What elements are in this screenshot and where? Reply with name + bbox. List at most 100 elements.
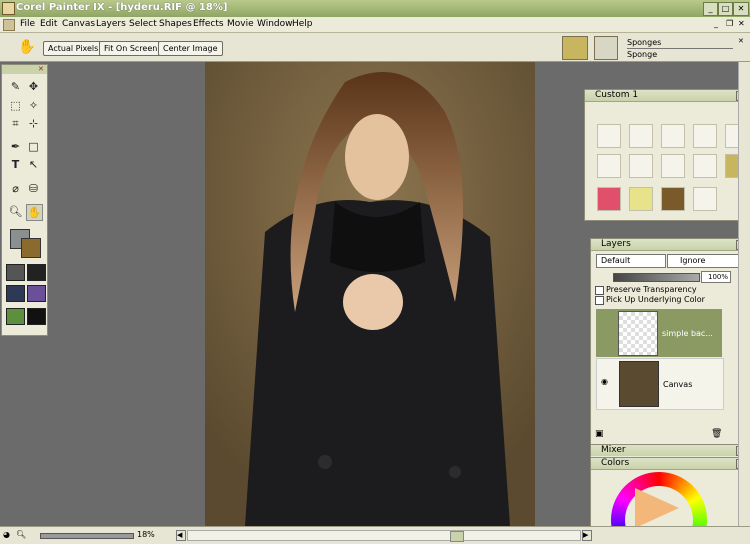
menu-movie[interactable]: Movie: [227, 19, 254, 29]
delete-layer-icon[interactable]: 🗑︎: [711, 429, 722, 439]
mixer-palette-title: Mixer: [601, 445, 626, 455]
layer-thumbnail: [618, 311, 658, 356]
center-image-button[interactable]: Center Image: [158, 41, 223, 56]
propbar-close-icon[interactable]: ✕: [738, 37, 744, 45]
status-globe-icon: ◕: [3, 530, 10, 539]
rectangle-shape-icon[interactable]: □: [26, 139, 41, 154]
maximize-button[interactable]: □: [718, 2, 733, 16]
brush-slot-7[interactable]: [629, 154, 653, 178]
brush-slot-11[interactable]: [597, 187, 621, 211]
layer-row-simple-background[interactable]: simple bac...: [596, 309, 722, 357]
menu-canvas[interactable]: Canvas: [62, 19, 95, 29]
colors-palette-header[interactable]: Colors ✕: [591, 458, 749, 470]
brush-slot-2[interactable]: [629, 124, 653, 148]
layers-palette-title: Layers: [601, 239, 631, 249]
horizontal-scrollbar[interactable]: [187, 530, 581, 542]
menu-layers[interactable]: Layers: [96, 19, 126, 29]
brush-category-label[interactable]: Sponges: [627, 38, 661, 47]
layer-row-canvas[interactable]: ◉ Canvas: [596, 358, 724, 410]
mixer-palette-header[interactable]: Mixer ✕: [591, 445, 749, 456]
colors-palette-title: Colors: [601, 458, 630, 468]
brush-slot-12[interactable]: [629, 187, 653, 211]
composite-method-value: Default: [601, 256, 631, 265]
window-title: Corel Painter IX - [hyderu.RIF @ 18%]: [16, 2, 228, 13]
doc-minimize-button[interactable]: _: [714, 19, 718, 28]
menu-edit[interactable]: Edit: [40, 19, 57, 29]
custom-palette-header[interactable]: Custom 1 ✕: [585, 90, 749, 102]
menu-help[interactable]: Help: [292, 19, 313, 29]
dropper-tool-icon[interactable]: ⌀: [8, 181, 23, 196]
transform-tool-icon[interactable]: ⊹: [26, 116, 41, 131]
toolbox-close-icon[interactable]: ✕: [38, 65, 44, 73]
brush-tool-icon[interactable]: ✎: [8, 79, 23, 94]
zoom-slider[interactable]: [40, 533, 134, 539]
custom-palette-title: Custom 1: [595, 90, 639, 100]
doc-close-button[interactable]: ✕: [738, 19, 745, 28]
brush-slot-4[interactable]: [693, 124, 717, 148]
composite-depth-value: Ignore: [680, 256, 706, 265]
grabber-tool-icon[interactable]: ✋: [26, 204, 43, 221]
status-zoom-icon[interactable]: 🔍︎: [16, 530, 26, 539]
menu-bar: File Edit Canvas Layers Select Shapes Ef…: [0, 17, 750, 33]
opacity-field[interactable]: 100%: [701, 271, 731, 283]
composite-depth-select[interactable]: Ignore: [667, 254, 745, 268]
rect-select-icon[interactable]: ⬚: [8, 98, 23, 113]
opacity-slider[interactable]: [613, 273, 700, 282]
paint-bucket-icon[interactable]: ⛁: [26, 181, 41, 196]
menu-window[interactable]: Window: [257, 19, 293, 29]
menu-effects[interactable]: Effects: [193, 19, 224, 29]
paper-selector-icon[interactable]: [6, 264, 25, 281]
vertical-scrollbar[interactable]: [738, 62, 750, 526]
text-tool-icon[interactable]: T: [8, 157, 23, 172]
preserve-transparency-label: Preserve Transparency: [606, 285, 697, 294]
fit-on-screen-button[interactable]: Fit On Screen: [99, 41, 163, 56]
brush-slot-6[interactable]: [597, 154, 621, 178]
composite-method-select[interactable]: Default: [596, 254, 666, 268]
brush-variant-label[interactable]: Sponge: [627, 50, 657, 59]
layer-visibility-eye-icon[interactable]: ◉: [601, 377, 608, 386]
artwork-canvas[interactable]: [205, 62, 535, 526]
brush-divider: [627, 48, 733, 49]
weaving-selector-icon[interactable]: [27, 285, 46, 302]
doc-restore-button[interactable]: ❐: [726, 19, 733, 28]
magic-wand-icon[interactable]: ✧: [26, 98, 41, 113]
pick-up-color-checkbox[interactable]: [595, 296, 604, 305]
sponge-category-icon[interactable]: [562, 36, 588, 60]
saturation-triangle[interactable]: [635, 488, 679, 527]
layer-thumbnail: [619, 361, 659, 407]
gradient-selector-icon[interactable]: [27, 264, 46, 281]
minimize-button[interactable]: _: [703, 2, 718, 16]
crop-tool-icon[interactable]: ⌗: [8, 116, 23, 131]
pen-tool-icon[interactable]: ✒: [8, 139, 23, 154]
layer-commands-icon[interactable]: ▣: [595, 429, 604, 439]
status-bar: ◕ 🔍︎ 18% ◀ ▶: [0, 526, 750, 544]
secondary-color-swatch[interactable]: [21, 238, 41, 258]
layers-palette-header[interactable]: Layers ✕: [591, 239, 749, 251]
look-selector-icon[interactable]: [27, 308, 46, 325]
preserve-transparency-checkbox[interactable]: [595, 286, 604, 295]
brush-slot-3[interactable]: [661, 124, 685, 148]
scroll-right-button[interactable]: ▶: [582, 530, 592, 541]
scroll-left-button[interactable]: ◀: [176, 530, 186, 541]
brush-slot-13[interactable]: [661, 187, 685, 211]
brush-slot-9[interactable]: [693, 154, 717, 178]
layer-name: Canvas: [663, 380, 693, 389]
close-button[interactable]: ✕: [733, 2, 749, 16]
portrait-artwork: [205, 62, 535, 526]
actual-pixels-button[interactable]: Actual Pixels: [43, 41, 104, 56]
menu-shapes[interactable]: Shapes: [159, 19, 192, 29]
pattern-selector-icon[interactable]: [6, 285, 25, 302]
move-tool-icon[interactable]: ✥: [26, 79, 41, 94]
brush-slot-1[interactable]: [597, 124, 621, 148]
magnifier-icon[interactable]: 🔍︎: [8, 204, 23, 219]
menu-file[interactable]: File: [20, 19, 35, 29]
brush-slot-8[interactable]: [661, 154, 685, 178]
sponge-variant-icon[interactable]: [594, 36, 618, 60]
property-bar: ✋ Actual Pixels Fit On Screen Center Ima…: [0, 33, 750, 62]
scrollbar-thumb[interactable]: [450, 531, 464, 542]
document-icon[interactable]: [3, 19, 15, 31]
selection-arrow-icon[interactable]: ↖: [26, 157, 41, 172]
menu-select[interactable]: Select: [129, 19, 157, 29]
nozzle-selector-icon[interactable]: [6, 308, 25, 325]
brush-slot-14[interactable]: [693, 187, 717, 211]
